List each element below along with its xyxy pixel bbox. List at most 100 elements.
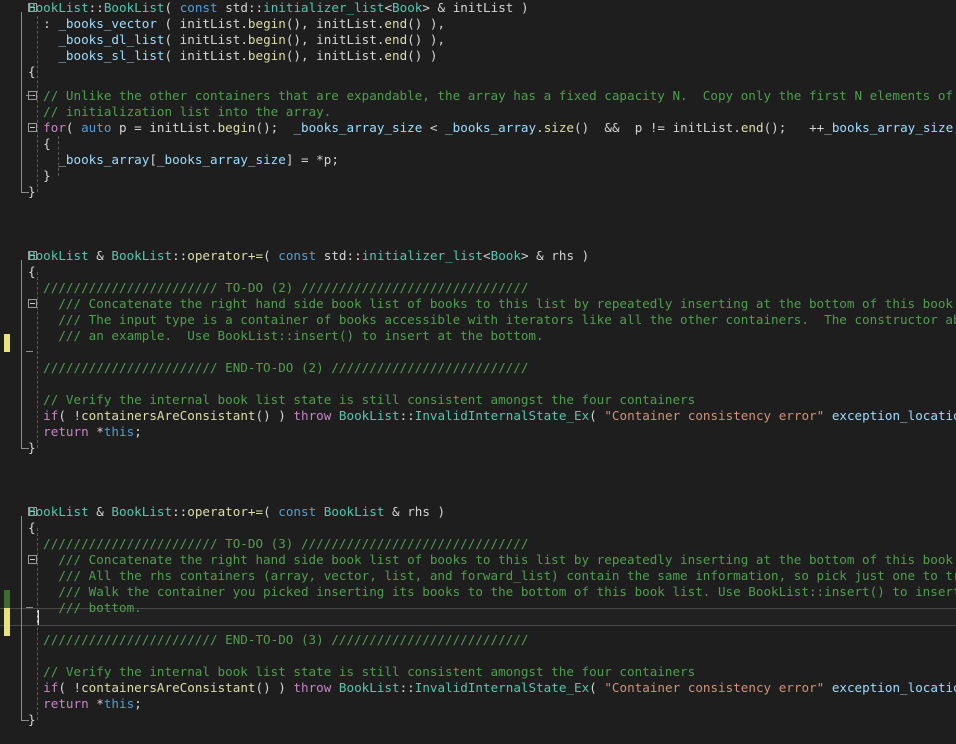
code-line-text: /// Concatenate the right hand side book… (28, 552, 956, 568)
code-token-pl: ( initList. (165, 48, 248, 63)
code-line-text: return *this; (28, 696, 142, 712)
code-line-text: /////////////////////// END-TO-DO (2) //… (28, 360, 528, 376)
code-token-str: "Container consistency error" (604, 408, 824, 423)
code-token-pl: :: (400, 680, 415, 695)
code-token-fn: begin (218, 120, 256, 135)
code-line-text: } (28, 712, 36, 728)
code-token-pl: } (28, 712, 36, 727)
change-bar (4, 590, 10, 608)
code-token-va: _books_array_size (157, 152, 286, 167)
code-token-pl: { (28, 264, 36, 279)
change-bar (4, 334, 10, 352)
code-token-pl: ( initList. (157, 16, 248, 31)
code-line-text: // Unlike the other containers that are … (28, 88, 956, 104)
code-token-ty: BookList (111, 248, 172, 263)
code-line-text: // Verify the internal book list state i… (28, 392, 695, 408)
code-token-ty: initializer_list (362, 248, 483, 263)
code-line-text: } (28, 184, 36, 200)
code-token-va: _books_array (58, 152, 149, 167)
code-line-text: BookList & BookList::operator+=( const s… (28, 248, 589, 264)
code-token-ty: BookList (28, 504, 89, 519)
code-token-fn: begin (248, 32, 286, 47)
code-token-pl: : (28, 16, 58, 31)
code-token-pl: ( (66, 120, 81, 135)
code-line-text: { (28, 136, 51, 152)
code-token-cm: /// an example. Use BookList::insert() t… (28, 328, 544, 343)
code-token-cm: // initialization list into the array. (28, 104, 331, 119)
code-line-text: /// Concatenate the right hand side book… (28, 296, 956, 312)
code-token-va: _books_vector (58, 16, 157, 31)
code-token-ty: BookList (104, 0, 165, 15)
code-token-ty: BookList (28, 0, 89, 15)
code-token-cm: /////////////////////// END-TO-DO (2) //… (28, 360, 528, 375)
code-line-text: { (28, 520, 36, 536)
code-line-text: /// The input type is a container of boo… (28, 312, 956, 328)
code-line-text: } (28, 168, 51, 184)
code-token-fn: begin (248, 16, 286, 31)
code-token-pl: ( (263, 504, 278, 519)
code-token-fn: containersAreConsistant (81, 680, 255, 695)
code-token-pl: ( ! (58, 408, 81, 423)
code-token-pl (331, 408, 339, 423)
code-token-pl: () && p != initList. (574, 120, 741, 135)
code-token-pl: & rhs ) (384, 504, 445, 519)
code-editor[interactable]: BookList::BookList( const std::initializ… (0, 0, 956, 744)
fold-region-bracket (21, 12, 22, 192)
code-token-ty: BookList (111, 504, 172, 519)
code-line-text: { (28, 64, 36, 80)
code-line-text: /// Walk the container you picked insert… (28, 584, 956, 600)
code-token-cm: /////////////////////// TO-DO (2) //////… (28, 280, 528, 295)
code-token-pl (824, 408, 832, 423)
code-token-cm: // Verify the internal book list state i… (28, 392, 695, 407)
code-token-pl: { (28, 520, 36, 535)
code-line-text: // initialization list into the array. (28, 104, 331, 120)
code-token-ty: Book (392, 0, 422, 15)
code-token-ctl: for (43, 120, 66, 135)
code-token-pl: ( (165, 0, 180, 15)
code-token-pl: } (28, 168, 51, 183)
code-token-pl: p = initList. (111, 120, 217, 135)
code-line-text: BookList::BookList( const std::initializ… (28, 0, 529, 16)
code-line-text: /////////////////////// TO-DO (3) //////… (28, 536, 528, 552)
code-token-pl: :: (248, 0, 263, 15)
code-token-fn: end (384, 16, 407, 31)
code-token-pl: ; (134, 424, 142, 439)
code-token-cm: /// The input type is a container of boo… (28, 312, 956, 327)
code-token-ty: initializer_list (263, 0, 384, 15)
code-token-pl (28, 48, 58, 63)
current-line-highlight (0, 608, 956, 626)
code-token-pl: } (28, 184, 36, 199)
code-token-pl: (), initList. (286, 16, 385, 31)
code-token-cm: /// All the rhs containers (array, vecto… (28, 568, 956, 583)
change-bar-gutter (0, 0, 8, 744)
code-token-pl: () ), (407, 32, 445, 47)
code-token-pl: ( initList. (165, 32, 248, 47)
code-line-text: return *this; (28, 424, 142, 440)
code-token-va: _books_array_size (293, 120, 422, 135)
code-token-str: "Container consistency error" (604, 680, 824, 695)
fold-tick (26, 351, 33, 352)
code-token-fn: containersAreConsistant (81, 408, 255, 423)
code-folding-gutter[interactable] (12, 0, 26, 744)
code-token-pl: [ (149, 152, 157, 167)
code-token-pl: * (89, 696, 104, 711)
code-token-ctl: throw (293, 408, 331, 423)
code-token-ty: BookList (324, 504, 385, 519)
code-token-fn: end (741, 120, 764, 135)
code-token-pl: < (384, 0, 392, 15)
code-token-pl (28, 424, 43, 439)
code-token-pl: () ) (255, 408, 293, 423)
code-token-kw: const (278, 248, 316, 263)
code-line-text: _books_sl_list( initList.begin(), initLi… (28, 48, 438, 64)
code-token-pl: :: (89, 0, 104, 15)
code-token-kw: const (278, 504, 316, 519)
code-token-pl (28, 408, 43, 423)
code-token-pl: :: (172, 248, 187, 263)
code-token-pl: (); ++ (764, 120, 825, 135)
code-token-pl: std (316, 248, 346, 263)
code-token-ty: BookList (339, 408, 400, 423)
code-token-pl: . (536, 120, 544, 135)
code-token-pl (28, 680, 43, 695)
code-token-cm: // Verify the internal book list state i… (28, 664, 695, 679)
code-token-pl: (), initList. (286, 32, 385, 47)
